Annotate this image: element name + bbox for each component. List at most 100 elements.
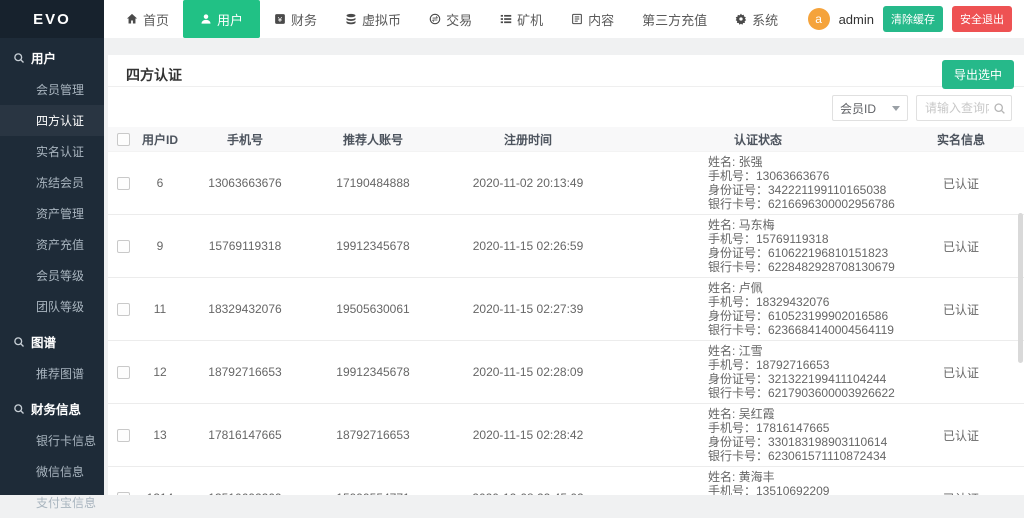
cell-phone: 18329432076 <box>182 302 308 316</box>
cell-reg-time: 2020-11-15 02:28:09 <box>438 365 618 379</box>
sidebar: EVO 用户 会员管理四方认证实名认证冻结会员资产管理资产充值会员等级团队等级 … <box>0 0 104 495</box>
top-nav-item[interactable]: 第三方充值 <box>628 0 721 38</box>
magnifier-icon <box>13 336 25 348</box>
cell-real-status: 已认证 <box>898 364 1024 381</box>
cell-auth-detail: 姓名: 黄海丰 手机号：13510692209 身份证号：32062619751… <box>618 467 898 495</box>
row-checkbox[interactable] <box>117 303 130 316</box>
detail-bank-card: 银行卡号：6216696300002956786 <box>708 197 898 211</box>
sidebar-item[interactable]: 实名认证 <box>0 136 104 167</box>
sidebar-item[interactable]: 推荐图谱 <box>0 358 104 389</box>
header-real-info: 实名信息 <box>898 131 1024 148</box>
avatar[interactable]: a <box>808 8 830 30</box>
table-row: 11 18329432076 19505630061 2020-11-15 02… <box>108 278 1024 341</box>
top-nav-item[interactable]: 内容 <box>557 0 628 38</box>
detail-phone: 手机号：15769119318 <box>708 232 898 246</box>
top-nav-item[interactable]: 交易 <box>415 0 486 38</box>
header-referrer: 推荐人账号 <box>308 131 438 148</box>
row-checkbox[interactable] <box>117 429 130 442</box>
page-title: 四方认证 <box>126 67 182 83</box>
row-checkbox[interactable] <box>117 177 130 190</box>
cell-auth-detail: 姓名: 张强 手机号：13063663676 身份证号：342221199110… <box>618 152 898 214</box>
cell-referrer: 18792716653 <box>308 428 438 442</box>
cell-auth-detail: 姓名: 马东梅 手机号：15769119318 身份证号：61062219681… <box>618 215 898 277</box>
cell-referrer: 15999554771 <box>308 491 438 495</box>
cell-auth-detail: 姓名: 吴红霞 手机号：17816147665 身份证号：33018319890… <box>618 404 898 466</box>
content-icon <box>571 13 583 25</box>
detail-id-card: 身份证号：330183198903110614 <box>708 435 898 449</box>
detail-id-card: 身份证号：610523199902016586 <box>708 309 898 323</box>
content-card: 四方认证 导出选中 会员ID 用户ID 手机号 推荐人账号 注册时间 认证状态 … <box>108 55 1024 495</box>
sidebar-item[interactable]: 银行卡信息 <box>0 425 104 456</box>
clear-cache-button[interactable]: 清除缓存 <box>883 6 943 32</box>
sidebar-item[interactable]: 微信信息 <box>0 456 104 487</box>
detail-name: 姓名: 吴红霞 <box>708 407 898 421</box>
top-nav-item[interactable]: 系统 <box>721 0 792 38</box>
gear-icon <box>735 13 747 25</box>
username[interactable]: admin <box>839 12 874 27</box>
cell-user-id: 1314 <box>138 491 182 495</box>
cell-real-status: 已认证 <box>898 490 1024 496</box>
top-nav-item[interactable]: 首页 <box>112 0 183 38</box>
export-selected-button[interactable]: 导出选中 <box>942 60 1014 89</box>
cell-phone: 13510692209 <box>182 491 308 495</box>
sidebar-section: 财务信息 银行卡信息微信信息支付宝信息 <box>0 391 104 518</box>
top-nav-items: 首页 用户 ¥ 财务 虚拟币 交易 矿机 内容 第三方充值 系统 <box>112 0 792 38</box>
cell-real-status: 已认证 <box>898 175 1024 192</box>
detail-name: 姓名: 黄海丰 <box>708 470 898 484</box>
sidebar-item[interactable]: 资产充值 <box>0 229 104 260</box>
detail-bank-card: 银行卡号：6236684140004564119 <box>708 323 898 337</box>
search-box <box>916 95 1012 121</box>
header-user-id: 用户ID <box>138 131 182 148</box>
sidebar-section-header[interactable]: 财务信息 <box>0 391 104 425</box>
cell-phone: 18792716653 <box>182 365 308 379</box>
app-logo: EVO <box>0 0 104 38</box>
miner-icon <box>500 13 512 25</box>
cell-user-id: 9 <box>138 239 182 253</box>
filter-select-value: 会员ID <box>840 100 876 117</box>
sidebar-item[interactable]: 支付宝信息 <box>0 487 104 518</box>
cell-user-id: 11 <box>138 302 182 316</box>
vertical-scrollbar[interactable] <box>1018 213 1023 363</box>
search-icon[interactable] <box>993 102 1006 115</box>
row-checkbox[interactable] <box>117 366 130 379</box>
detail-phone: 手机号：17816147665 <box>708 421 898 435</box>
cell-user-id: 12 <box>138 365 182 379</box>
top-nav-item[interactable]: 用户 <box>183 0 260 38</box>
cell-real-status: 已认证 <box>898 427 1024 444</box>
detail-bank-card: 银行卡号：6228482928708130679 <box>708 260 898 274</box>
sidebar-item[interactable]: 资产管理 <box>0 198 104 229</box>
detail-id-card: 身份证号：321322199411104244 <box>708 372 898 386</box>
magnifier-icon <box>13 52 25 64</box>
cell-phone: 17816147665 <box>182 428 308 442</box>
cell-referrer: 19505630061 <box>308 302 438 316</box>
select-all-checkbox[interactable] <box>117 133 130 146</box>
cell-referrer: 19912345678 <box>308 239 438 253</box>
filter-select[interactable]: 会员ID <box>832 95 908 121</box>
cell-reg-time: 2020-11-15 02:27:39 <box>438 302 618 316</box>
sidebar-item[interactable]: 冻结会员 <box>0 167 104 198</box>
cell-real-status: 已认证 <box>898 301 1024 318</box>
detail-name: 姓名: 张强 <box>708 155 898 169</box>
sidebar-item[interactable]: 团队等级 <box>0 291 104 322</box>
logout-button[interactable]: 安全退出 <box>952 6 1012 32</box>
top-nav-item[interactable]: ¥ 财务 <box>260 0 331 38</box>
row-checkbox[interactable] <box>117 240 130 253</box>
sidebar-item[interactable]: 会员管理 <box>0 74 104 105</box>
sidebar-item[interactable]: 会员等级 <box>0 260 104 291</box>
topbar-right: a admin 清除缓存 安全退出 <box>808 6 1024 32</box>
finance-icon: ¥ <box>274 13 286 25</box>
cell-phone: 15769119318 <box>182 239 308 253</box>
cell-auth-detail: 姓名: 江雪 手机号：18792716653 身份证号：321322199411… <box>618 341 898 403</box>
detail-id-card: 身份证号：342221199110165038 <box>708 183 898 197</box>
cell-auth-detail: 姓名: 卢佩 手机号：18329432076 身份证号：610523199902… <box>618 278 898 340</box>
card-header: 四方认证 导出选中 <box>108 55 1024 87</box>
sidebar-section-header[interactable]: 图谱 <box>0 324 104 358</box>
top-nav-item[interactable]: 虚拟币 <box>331 0 415 38</box>
sidebar-item[interactable]: 四方认证 <box>0 105 104 136</box>
sidebar-section-header[interactable]: 用户 <box>0 40 104 74</box>
search-row: 会员ID <box>108 87 1024 127</box>
cell-reg-time: 2020-11-15 02:26:59 <box>438 239 618 253</box>
cell-real-status: 已认证 <box>898 238 1024 255</box>
table-row: 13 17816147665 18792716653 2020-11-15 02… <box>108 404 1024 467</box>
top-nav-item[interactable]: 矿机 <box>486 0 557 38</box>
